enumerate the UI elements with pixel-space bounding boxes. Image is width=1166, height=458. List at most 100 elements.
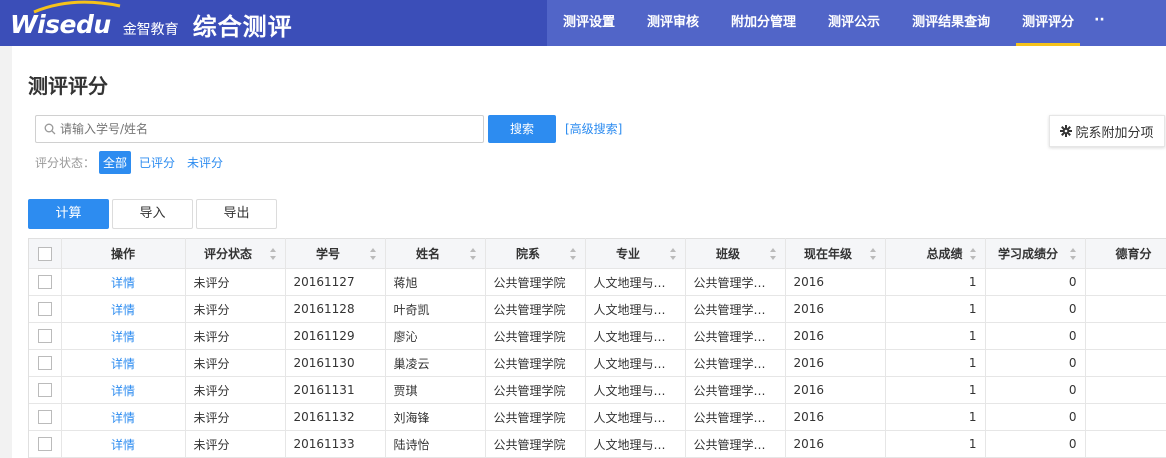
nav-item-settings[interactable]: 测评设置 xyxy=(547,0,631,46)
status-cell: 未评分 xyxy=(185,349,286,377)
grade-cell: 2016 xyxy=(785,403,886,431)
sort-icon xyxy=(669,248,676,260)
column-header-label: 学习成绩分 xyxy=(997,247,1058,261)
column-header-label: 总成绩 xyxy=(926,247,963,261)
row-checkbox[interactable] xyxy=(37,410,52,425)
column-header-label: 学号 xyxy=(315,247,340,261)
moral-score-cell: 1 xyxy=(1085,349,1166,377)
class-cell: 公共管理学院... xyxy=(685,349,786,377)
status-option-scored[interactable]: 已评分 xyxy=(135,151,179,174)
action-link[interactable]: 详情 xyxy=(61,322,186,350)
import-button[interactable]: 导入 xyxy=(112,199,193,229)
name-cell: 叶奇凯 xyxy=(385,295,486,323)
column-header-label: 班级 xyxy=(715,247,740,261)
total-score-cell: 1 xyxy=(885,295,986,323)
app-logo[interactable]: Wisedu 金智教育 综合测评 xyxy=(10,0,293,42)
action-link[interactable]: 详情 xyxy=(61,349,186,377)
score-table: 操作 评分状态 学号 姓名 院系 专业 班级 现在年级 总成绩 学习成绩分 德育… xyxy=(28,238,1166,458)
department-cell: 公共管理学院 xyxy=(485,403,586,431)
status-filter: 评分状态： 全部 已评分 未评分 xyxy=(35,150,231,174)
action-link[interactable]: 详情 xyxy=(61,403,186,431)
study-score-cell: 0 xyxy=(985,403,1086,431)
column-header-label: 院系 xyxy=(515,247,540,261)
class-cell: 公共管理学院... xyxy=(685,403,786,431)
action-link[interactable]: 详情 xyxy=(61,430,186,458)
advanced-search-link[interactable]: [高级搜索] xyxy=(565,120,622,137)
sort-icon xyxy=(869,248,876,260)
major-cell: 人文地理与城... xyxy=(585,322,686,350)
status-filter-label: 评分状态： xyxy=(35,155,96,170)
study-score-cell: 0 xyxy=(985,322,1086,350)
major-cell: 人文地理与城... xyxy=(585,403,686,431)
nav-item-extra-points[interactable]: 附加分管理 xyxy=(715,0,812,46)
column-header-label: 现在年级 xyxy=(803,247,852,261)
nav-item-result-query[interactable]: 测评结果查询 xyxy=(896,0,1006,46)
column-header-major[interactable]: 专业 xyxy=(585,238,686,269)
calculate-button[interactable]: 计算 xyxy=(28,199,109,229)
column-header-total[interactable]: 总成绩 xyxy=(885,238,986,269)
sort-icon xyxy=(269,248,276,260)
sort-icon xyxy=(769,248,776,260)
row-checkbox[interactable] xyxy=(37,356,52,371)
sort-icon xyxy=(969,248,976,260)
total-score-cell: 1 xyxy=(885,403,986,431)
student-id-cell: 20161133 xyxy=(285,430,386,458)
moral-score-cell: 1 xyxy=(1085,268,1166,296)
study-score-cell: 0 xyxy=(985,268,1086,296)
status-cell: 未评分 xyxy=(185,268,286,296)
status-cell: 未评分 xyxy=(185,403,286,431)
row-checkbox[interactable] xyxy=(37,437,52,452)
row-checkbox[interactable] xyxy=(37,302,52,317)
row-select-cell xyxy=(29,295,62,323)
sort-icon xyxy=(1069,248,1076,260)
department-cell: 公共管理学院 xyxy=(485,376,586,404)
nav-more-button[interactable]: ·· xyxy=(1090,0,1105,46)
status-option-unscored[interactable]: 未评分 xyxy=(183,151,227,174)
major-cell: 人文地理与城... xyxy=(585,268,686,296)
department-cell: 公共管理学院 xyxy=(485,295,586,323)
action-link[interactable]: 详情 xyxy=(61,295,186,323)
action-toolbar: 计算 导入 导出 xyxy=(28,199,280,229)
total-score-cell: 1 xyxy=(885,376,986,404)
moral-score-cell: 1 xyxy=(1085,430,1166,458)
search-button[interactable]: 搜索 xyxy=(488,115,556,143)
column-header-moral-score[interactable]: 德育分 xyxy=(1085,238,1166,269)
sort-icon xyxy=(369,248,376,260)
column-header-class[interactable]: 班级 xyxy=(685,238,786,269)
dept-extra-items-button[interactable]: 院系附加分项 xyxy=(1049,115,1165,147)
column-header-status[interactable]: 评分状态 xyxy=(185,238,286,269)
name-cell: 蒋旭 xyxy=(385,268,486,296)
student-id-cell: 20161130 xyxy=(285,349,386,377)
status-cell: 未评分 xyxy=(185,430,286,458)
moral-score-cell: 1 xyxy=(1085,322,1166,350)
column-header-department[interactable]: 院系 xyxy=(485,238,586,269)
nav-item-scoring[interactable]: 测评评分 xyxy=(1006,0,1090,46)
column-header-name[interactable]: 姓名 xyxy=(385,238,486,269)
status-cell: 未评分 xyxy=(185,376,286,404)
name-cell: 巢凌云 xyxy=(385,349,486,377)
search-field[interactable] xyxy=(35,115,484,143)
table-row: 详情 未评分 20161132 刘海锋 公共管理学院 人文地理与城... 公共管理学院...… xyxy=(29,403,1166,431)
sort-icon xyxy=(469,248,476,260)
top-bar: Wisedu 金智教育 综合测评 测评设置 测评审核 附加分管理 测评公示 测评… xyxy=(0,0,1166,46)
nav-item-publicity[interactable]: 测评公示 xyxy=(812,0,896,46)
column-header-study-score[interactable]: 学习成绩分 xyxy=(985,238,1086,269)
column-header-action: 操作 xyxy=(61,238,186,269)
row-checkbox[interactable] xyxy=(37,383,52,398)
row-checkbox[interactable] xyxy=(37,329,52,344)
department-cell: 公共管理学院 xyxy=(485,430,586,458)
grade-cell: 2016 xyxy=(785,349,886,377)
student-id-cell: 20161128 xyxy=(285,295,386,323)
gear-icon xyxy=(1060,125,1073,137)
action-link[interactable]: 详情 xyxy=(61,376,186,404)
nav-item-review[interactable]: 测评审核 xyxy=(631,0,715,46)
status-option-all[interactable]: 全部 xyxy=(99,150,132,174)
action-link[interactable]: 详情 xyxy=(61,268,186,296)
column-header-grade[interactable]: 现在年级 xyxy=(785,238,886,269)
row-checkbox[interactable] xyxy=(37,275,52,290)
export-button[interactable]: 导出 xyxy=(196,199,277,229)
select-all-checkbox[interactable] xyxy=(37,246,52,261)
search-input[interactable] xyxy=(60,122,483,136)
column-header-student-id[interactable]: 学号 xyxy=(285,238,386,269)
total-score-cell: 1 xyxy=(885,322,986,350)
